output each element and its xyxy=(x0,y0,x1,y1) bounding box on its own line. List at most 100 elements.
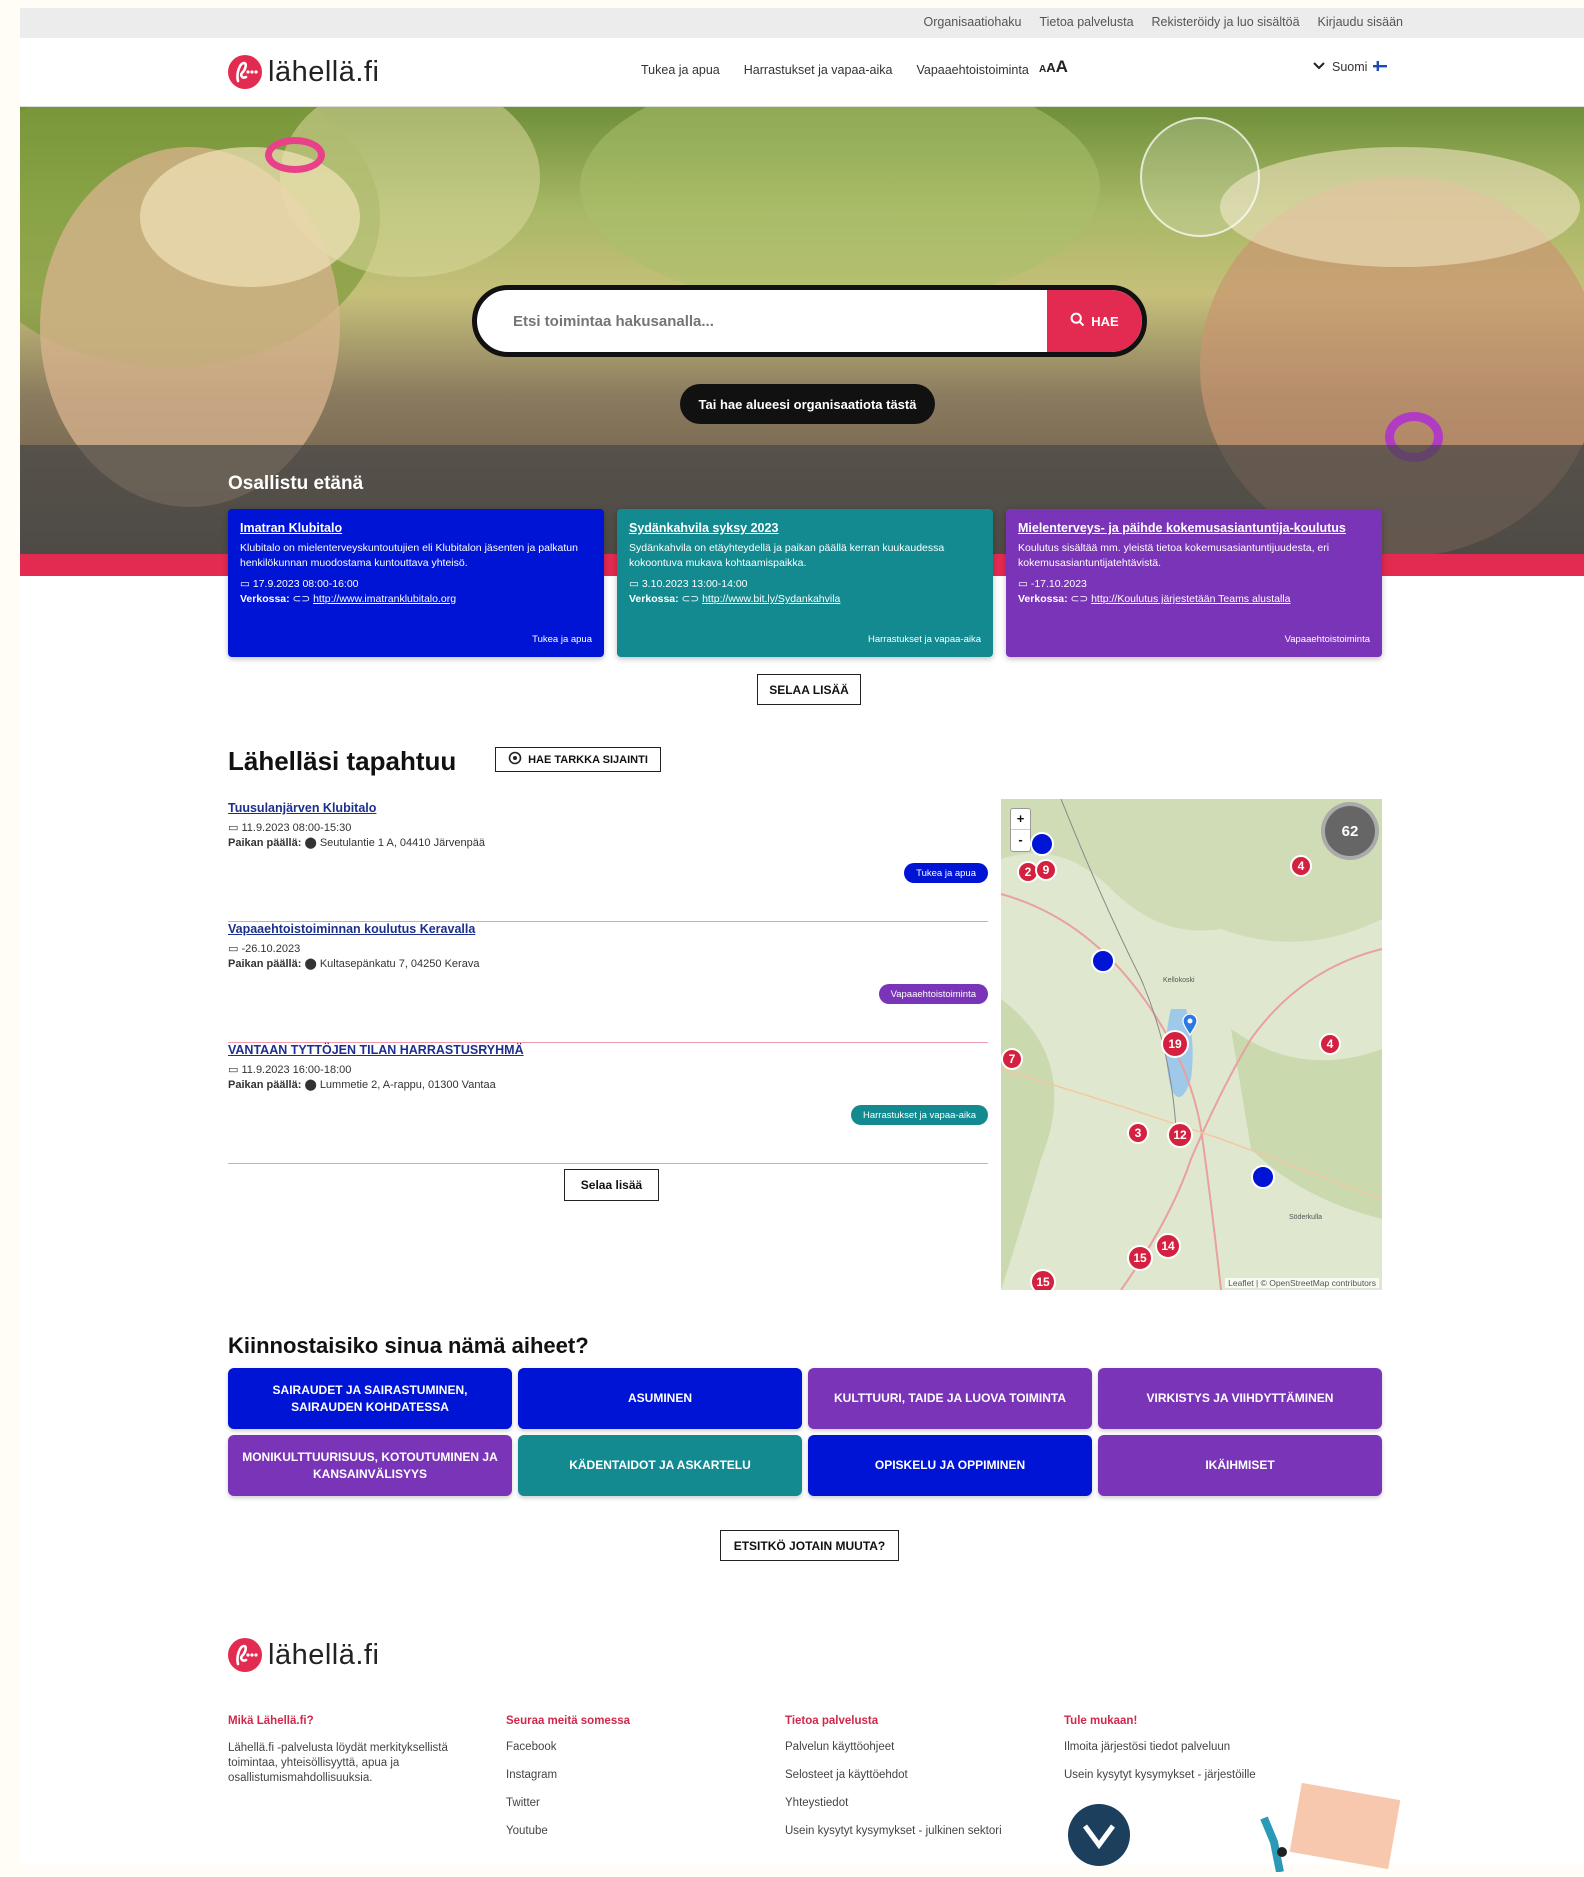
remote-card-tag: Vapaaehtoistoiminta xyxy=(1284,634,1370,645)
footer-link[interactable]: Ilmoita järjestösi tiedot palveluun xyxy=(1064,1741,1334,1753)
remote-card[interactable]: Mielenterveys- ja päihde kokemusasiantun… xyxy=(1006,509,1382,657)
event-tag[interactable]: Tukea ja apua xyxy=(904,863,988,883)
map-cluster[interactable]: 12 xyxy=(1167,1122,1193,1148)
topic-button[interactable]: KÄDENTAIDOT JA ASKARTELU xyxy=(518,1435,802,1496)
calendar-icon: ▭ xyxy=(228,822,239,834)
map-place-label: Kellokoski xyxy=(1163,977,1195,984)
event-date: 11.9.2023 16:00-18:00 xyxy=(241,1064,352,1076)
topics-grid: SAIRAUDET JA SAIRASTUMINEN, SAIRAUDEN KO… xyxy=(228,1368,1382,1496)
search-input[interactable] xyxy=(477,290,1047,352)
event-address: Seutulantie 1 A, 04410 Järvenpää xyxy=(319,837,485,849)
map-attribution[interactable]: Leaflet | © OpenStreetMap contributors xyxy=(1225,1278,1379,1288)
remote-card[interactable]: Sydänkahvila syksy 2023 Sydänkahvila on … xyxy=(617,509,993,657)
footer-col-title: Seuraa meitä somessa xyxy=(506,1715,631,1727)
remote-card-date: 17.9.2023 08:00-16:00 xyxy=(252,578,359,590)
topic-button[interactable]: KULTTUURI, TAIDE JA LUOVA TOIMINTA xyxy=(808,1368,1092,1429)
site-logo[interactable]: lähellä.fi xyxy=(228,55,379,89)
nav-volunteering[interactable]: Vapaaehtoistoiminta xyxy=(916,63,1028,77)
remote-more-button[interactable]: SELAA LISÄÄ xyxy=(757,674,861,705)
remote-card-title[interactable]: Mielenterveys- ja päihde kokemusasiantun… xyxy=(1018,521,1370,535)
org-search-button[interactable]: Tai hae alueesi organisaatiota tästä xyxy=(680,384,935,424)
event-title[interactable]: VANTAAN TYTTÖJEN TILAN HARRASTUSRYHMÄ xyxy=(228,1043,524,1057)
map-cluster[interactable]: 3 xyxy=(1127,1122,1149,1144)
utility-link-about[interactable]: Tietoa palvelusta xyxy=(1039,15,1133,29)
remote-card-title[interactable]: Sydänkahvila syksy 2023 xyxy=(629,521,981,535)
nav-support[interactable]: Tukea ja apua xyxy=(641,63,720,77)
remote-card[interactable]: Imatran Klubitalo Klubitalo on mielenter… xyxy=(228,509,604,657)
map-cluster[interactable]: 15 xyxy=(1030,1269,1056,1290)
footer-logo[interactable]: lähellä.fi xyxy=(228,1638,379,1672)
events-more-button[interactable]: Selaa lisää xyxy=(564,1169,659,1201)
chevron-down-icon xyxy=(1312,60,1326,74)
map-cluster[interactable]: 4 xyxy=(1290,855,1312,877)
topics-more-button[interactable]: ETSITKÖ JOTAIN MUUTA? xyxy=(720,1530,899,1561)
utility-link-org-search[interactable]: Organisaatiohaku xyxy=(924,15,1022,29)
online-label: Verkossa: xyxy=(240,593,290,605)
topics-title: Kiinnostaisiko sinua nämä aiheet? xyxy=(228,1333,589,1358)
utility-link-register[interactable]: Rekisteröidy ja luo sisältöä xyxy=(1152,15,1300,29)
calendar-icon: ▭ xyxy=(240,578,250,590)
topic-button[interactable]: SAIRAUDET JA SAIRASTUMINEN, SAIRAUDEN KO… xyxy=(228,1368,512,1429)
remote-card-link[interactable]: http://Koulutus järjestetään Teams alust… xyxy=(1091,593,1290,605)
event-title[interactable]: Vapaaehtoistoiminnan koulutus Keravalla xyxy=(228,922,475,936)
main-nav: Tukea ja apua Harrastukset ja vapaa-aika… xyxy=(641,63,1029,77)
footer-link[interactable]: Usein kysytyt kysymykset - julkinen sekt… xyxy=(785,1825,1055,1837)
remote-card-date: -17.10.2023 xyxy=(1030,578,1087,590)
logo-text: lähellä.fi xyxy=(268,55,380,88)
event-title[interactable]: Tuusulanjärven Klubitalo xyxy=(228,801,376,815)
org-marker-icon[interactable] xyxy=(1030,832,1054,856)
topic-button[interactable]: VIRKISTYS JA VIIHDYTTÄMINEN xyxy=(1098,1368,1382,1429)
font-size-toggle[interactable]: AAA xyxy=(1039,57,1068,77)
footer-link-twitter[interactable]: Twitter xyxy=(506,1797,776,1809)
footer-link[interactable]: Usein kysytyt kysymykset - järjestöille xyxy=(1064,1769,1334,1781)
footer-link[interactable]: Palvelun käyttöohjeet xyxy=(785,1741,1055,1753)
map-cluster[interactable]: 4 xyxy=(1319,1033,1341,1055)
remote-cards: Imatran Klubitalo Klubitalo on mielenter… xyxy=(228,509,1382,657)
map-cluster[interactable]: 14 xyxy=(1155,1233,1181,1259)
remote-card-title[interactable]: Imatran Klubitalo xyxy=(240,521,592,535)
org-marker-icon[interactable] xyxy=(1091,949,1115,973)
events-map[interactable]: Kellokoski Söderkulla + - 62 2 9 4 7 19 … xyxy=(1001,799,1382,1290)
map-cluster[interactable]: 9 xyxy=(1035,859,1057,881)
map-total-cluster[interactable]: 62 xyxy=(1321,802,1379,860)
remote-card-link[interactable]: http://www.bit.ly/Sydankahvila xyxy=(702,593,840,605)
remote-card-desc: Koulutus sisältää mm. yleistä tietoa kok… xyxy=(1018,542,1330,569)
search-bar: HAE xyxy=(472,285,1147,357)
topic-button[interactable]: ASUMINEN xyxy=(518,1368,802,1429)
footer-col-social: Seuraa meitä somessa Facebook Instagram … xyxy=(506,1715,776,1853)
map-zoom-in-button[interactable]: + xyxy=(1011,809,1030,829)
footer-link[interactable]: Yhteystiedot xyxy=(785,1797,1055,1809)
hero-banner: HAE Tai hae alueesi organisaatiota tästä… xyxy=(20,107,1584,576)
event-tag[interactable]: Harrastukset ja vapaa-aika xyxy=(851,1105,988,1125)
nav-hobbies[interactable]: Harrastukset ja vapaa-aika xyxy=(744,63,893,77)
event-tag[interactable]: Vapaaehtoistoiminta xyxy=(878,984,988,1004)
nearby-title: Lähelläsi tapahtuu xyxy=(228,746,457,776)
utility-link-login[interactable]: Kirjaudu sisään xyxy=(1318,15,1403,29)
event-address: Kultasepänkatu 7, 04250 Kerava xyxy=(319,958,480,970)
footer-link-youtube[interactable]: Youtube xyxy=(506,1825,776,1837)
onsite-label: Paikan päällä: xyxy=(228,1079,302,1091)
topic-button[interactable]: IKÄIHMISET xyxy=(1098,1435,1382,1496)
language-selector[interactable]: Suomi xyxy=(1312,60,1388,74)
org-marker-icon[interactable] xyxy=(1251,1165,1275,1189)
locate-button-label: HAE TARKKA SIJAINTI xyxy=(528,753,648,766)
logo-mark-icon xyxy=(228,55,262,89)
map-zoom-controls: + - xyxy=(1010,808,1031,852)
calendar-icon: ▭ xyxy=(1018,578,1028,590)
map-zoom-out-button[interactable]: - xyxy=(1011,829,1030,850)
locate-button[interactable]: HAE TARKKA SIJAINTI xyxy=(495,747,661,772)
event-address: Lummetie 2, A-rappu, 01300 Vantaa xyxy=(319,1079,496,1091)
search-button[interactable]: HAE xyxy=(1047,290,1142,352)
topic-button[interactable]: MONIKULTTUURISUUS, KOTOUTUMINEN JA KANSA… xyxy=(228,1435,512,1496)
footer-link-instagram[interactable]: Instagram xyxy=(506,1769,776,1781)
utility-links: Organisaatiohaku Tietoa palvelusta Rekis… xyxy=(924,15,1404,29)
utility-bar: Organisaatiohaku Tietoa palvelusta Rekis… xyxy=(20,8,1584,38)
remote-card-link[interactable]: http://www.imatranklubitalo.org xyxy=(313,593,456,605)
map-cluster[interactable]: 7 xyxy=(1001,1048,1023,1070)
topic-button[interactable]: OPISKELU JA OPPIMINEN xyxy=(808,1435,1092,1496)
link-icon: ⊂⊃ xyxy=(292,593,311,605)
footer-link[interactable]: Selosteet ja käyttöehdot xyxy=(785,1769,1055,1781)
page: Organisaatiohaku Tietoa palvelusta Rekis… xyxy=(20,8,1584,1873)
footer-link-facebook[interactable]: Facebook xyxy=(506,1741,776,1753)
map-cluster[interactable]: 15 xyxy=(1127,1245,1153,1271)
